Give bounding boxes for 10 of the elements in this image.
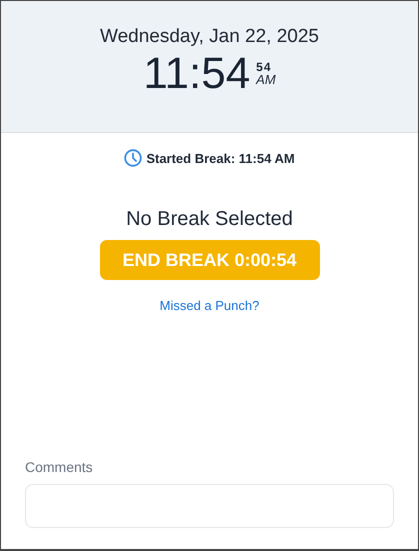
clock-seconds: 54 <box>256 60 273 74</box>
status-text: Started Break: 11:54 AM <box>146 150 295 166</box>
clock-icon <box>124 149 142 167</box>
comments-label: Comments <box>25 459 93 475</box>
missed-punch-link[interactable]: Missed a Punch? <box>160 298 260 313</box>
comments-field[interactable] <box>25 484 394 528</box>
clock-meridiem: AM <box>256 73 276 88</box>
clock-time: 11:54 <box>143 52 250 96</box>
break-title: No Break Selected <box>126 208 293 231</box>
date-text: Wednesday, Jan 22, 2025 <box>100 26 319 48</box>
